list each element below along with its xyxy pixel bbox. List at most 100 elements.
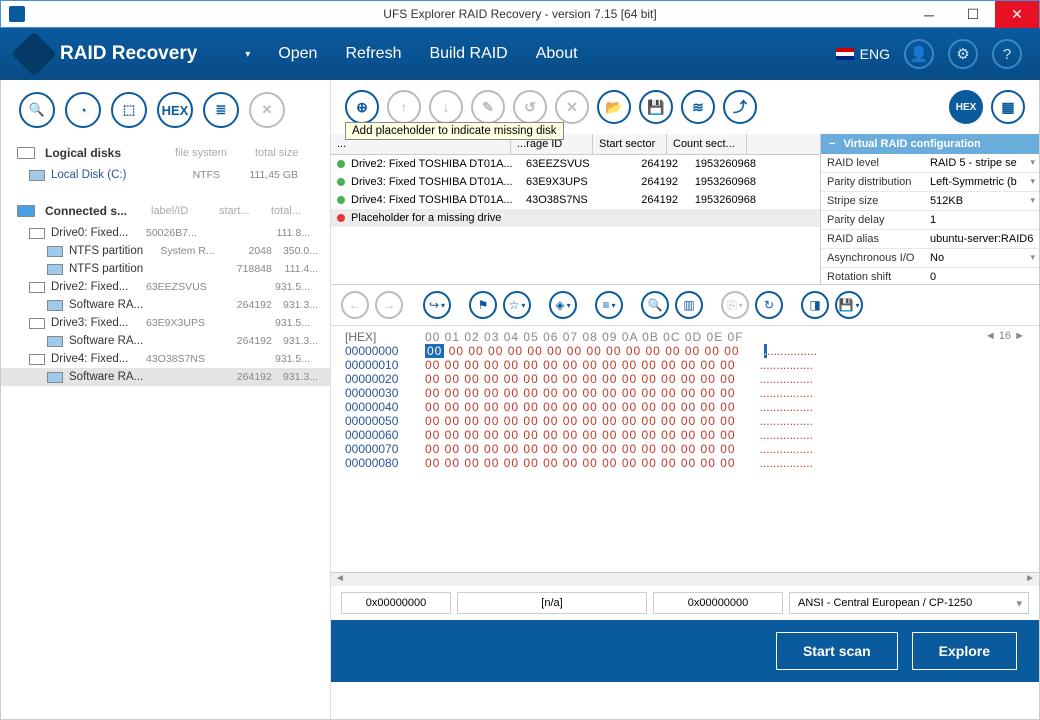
tree-row[interactable]: NTFS partition 718848 111.4... xyxy=(1,260,330,278)
config-row[interactable]: Rotation shift value0 xyxy=(821,268,1039,284)
drive-icon xyxy=(47,336,63,347)
left-toolbar: 🔍 ◔ ⬚ HEX ≣ ✕ xyxy=(1,80,330,140)
tree-row[interactable]: Drive3: Fixed... 63E9X3UPS 931.5... xyxy=(1,314,330,332)
minimize-button[interactable]: ─ xyxy=(907,1,951,28)
storage-row[interactable]: Drive3: Fixed TOSHIBA DT01A... 63E9X3UPS… xyxy=(331,173,820,191)
copy-button[interactable]: ⎘▾ xyxy=(721,291,749,319)
status-dot-icon xyxy=(337,178,345,186)
hex-status-row: 0x00000000 [n/a] 0x00000000 ANSI - Centr… xyxy=(331,586,1039,620)
list-tool[interactable]: ≣ xyxy=(203,92,239,128)
menu-build-raid[interactable]: Build RAID xyxy=(429,45,507,63)
disk-tool[interactable]: ⬚ xyxy=(111,92,147,128)
hex-toggle[interactable]: HEX xyxy=(949,90,983,124)
bookmark-dd-button[interactable]: ☆▾ xyxy=(503,291,531,319)
hex-line[interactable]: 0000007000 00 00 00 00 00 00 00 00 00 00… xyxy=(345,442,1025,456)
raid-config-pane: −Virtual RAID configuration RAID levelRA… xyxy=(820,134,1039,284)
hex-tool[interactable]: HEX xyxy=(157,92,193,128)
menu-refresh[interactable]: Refresh xyxy=(345,45,401,63)
tree-row[interactable]: Software RA... 264192 931.3... xyxy=(1,296,330,314)
start-scan-button[interactable]: Start scan xyxy=(776,632,898,670)
drive-icon xyxy=(29,354,45,365)
hex-line[interactable]: 0000004000 00 00 00 00 00 00 00 00 00 00… xyxy=(345,400,1025,414)
nav-forward-button[interactable]: → xyxy=(375,291,403,319)
nav-back-button[interactable]: ← xyxy=(341,291,369,319)
split-button[interactable]: ▥ xyxy=(675,291,703,319)
compare-button[interactable]: ◨ xyxy=(801,291,829,319)
selection-box[interactable]: 0x00000000 xyxy=(653,592,783,614)
remove-tool[interactable]: ✕ xyxy=(249,92,285,128)
storage-row[interactable]: Placeholder for a missing drive xyxy=(331,209,820,227)
offset-box[interactable]: 0x00000000 xyxy=(341,592,451,614)
edit-button[interactable]: ✎ xyxy=(471,90,505,124)
tag-button[interactable]: ◈▾ xyxy=(549,291,577,319)
hex-line[interactable]: 0000008000 00 00 00 00 00 00 00 00 00 00… xyxy=(345,456,1025,470)
hex-body[interactable]: [HEX] 00 01 02 03 04 05 06 07 08 09 0A 0… xyxy=(331,326,1039,572)
tree-row[interactable]: Drive2: Fixed... 63EEZSVUS 931.5... xyxy=(1,278,330,296)
grid-button[interactable]: ▦ xyxy=(991,90,1025,124)
tree-row[interactable]: Software RA... 264192 931.3... xyxy=(1,332,330,350)
config-row[interactable]: RAID aliasubuntu-server:RAID6 xyxy=(821,230,1039,249)
hex-line[interactable]: 0000002000 00 00 00 00 00 00 00 00 00 00… xyxy=(345,372,1025,386)
reload-button[interactable]: ↻ xyxy=(755,291,783,319)
hex-line[interactable]: 0000001000 00 00 00 00 00 00 00 00 00 00… xyxy=(345,358,1025,372)
status-dot-icon xyxy=(337,160,345,168)
add-placeholder-button[interactable]: ⊕ xyxy=(345,90,379,124)
move-up-button[interactable]: ↑ xyxy=(387,90,421,124)
delete-button[interactable]: ✕ xyxy=(555,90,589,124)
save-hex-button[interactable]: 💾▾ xyxy=(835,291,863,319)
tree-row[interactable]: Drive0: Fixed... 50026B7... 111.8... xyxy=(1,224,330,242)
language-selector[interactable]: ENG xyxy=(836,46,890,62)
layers-button[interactable]: ≋ xyxy=(681,90,715,124)
drive-icon xyxy=(47,372,63,383)
config-row[interactable]: Stripe size512KB xyxy=(821,192,1039,211)
right-pane: ⊕ ↑ ↓ ✎ ↺ ✕ 📂 💾 ≋ ⤴ HEX ▦ Add placeholde… xyxy=(331,80,1039,719)
tree-row[interactable]: Software RA... 264192 931.3... xyxy=(1,368,330,386)
tree-row[interactable]: Drive4: Fixed... 43O38S7NS 931.5... xyxy=(1,350,330,368)
analyze-tool[interactable]: ◔ xyxy=(65,92,101,128)
monitor-icon xyxy=(17,147,35,159)
menubar: RAID Recovery ▾ Open Refresh Build RAID … xyxy=(0,28,1040,80)
local-disk-row[interactable]: Local Disk (C:) NTFS 111,45 GB xyxy=(1,166,330,184)
config-row[interactable]: Parity delay1 xyxy=(821,211,1039,230)
user-button[interactable]: 👤 xyxy=(904,39,934,69)
storage-table: ... ...rage ID Start sector Count sect..… xyxy=(331,134,820,284)
hex-line[interactable]: 0000000000 00 00 00 00 00 00 00 00 00 00… xyxy=(345,344,1025,358)
hex-line[interactable]: 0000005000 00 00 00 00 00 00 00 00 00 00… xyxy=(345,414,1025,428)
help-button[interactable]: ? xyxy=(992,39,1022,69)
list-view-button[interactable]: ≡▾ xyxy=(595,291,623,319)
raid-toolbar: ⊕ ↑ ↓ ✎ ↺ ✕ 📂 💾 ≋ ⤴ HEX ▦ Add placeholde… xyxy=(331,80,1039,134)
maximize-button[interactable]: ☐ xyxy=(951,1,995,28)
flag-icon xyxy=(836,48,854,60)
hex-line[interactable]: 0000003000 00 00 00 00 00 00 00 00 00 00… xyxy=(345,386,1025,400)
settings-button[interactable]: ⚙ xyxy=(948,39,978,69)
bookmark-button[interactable]: ⚑ xyxy=(469,291,497,319)
hex-scrollbar[interactable] xyxy=(331,572,1039,586)
encoding-select[interactable]: ANSI - Central European / CP-1250 xyxy=(789,592,1029,614)
hex-toolbar: ← → ↪▾ ⚑ ☆▾ ◈▾ ≡▾ 🔍 ▥ ⎘▾ ↻ ◨ 💾▾ xyxy=(331,285,1039,326)
config-row[interactable]: Parity distributionLeft-Symmetric (b xyxy=(821,173,1039,192)
search-tool[interactable]: 🔍 xyxy=(19,92,55,128)
disk-icon xyxy=(29,170,45,181)
logical-disks-header: Logical disks file system total size xyxy=(1,140,330,166)
find-button[interactable]: 🔍 xyxy=(641,291,669,319)
config-header[interactable]: −Virtual RAID configuration xyxy=(821,134,1039,154)
open-folder-button[interactable]: 📂 xyxy=(597,90,631,124)
reset-button[interactable]: ↺ xyxy=(513,90,547,124)
export-button[interactable]: ⤴ xyxy=(723,90,757,124)
config-row[interactable]: Asynchronous I/ONo xyxy=(821,249,1039,268)
move-down-button[interactable]: ↓ xyxy=(429,90,463,124)
footer: Start scan Explore xyxy=(331,620,1039,682)
menu-about[interactable]: About xyxy=(536,45,578,63)
tree-row[interactable]: NTFS partition System R... 2048 350.0... xyxy=(1,242,330,260)
status-dot-icon xyxy=(337,196,345,204)
hex-line[interactable]: 0000006000 00 00 00 00 00 00 00 00 00 00… xyxy=(345,428,1025,442)
storage-row[interactable]: Drive4: Fixed TOSHIBA DT01A... 43O38S7NS… xyxy=(331,191,820,209)
close-button[interactable]: ✕ xyxy=(995,1,1039,28)
goto-button[interactable]: ↪▾ xyxy=(423,291,451,319)
drive-icon xyxy=(29,318,45,329)
menu-open[interactable]: Open xyxy=(278,45,317,63)
storage-row[interactable]: Drive2: Fixed TOSHIBA DT01A... 63EEZSVUS… xyxy=(331,155,820,173)
explore-button[interactable]: Explore xyxy=(912,632,1017,670)
config-row[interactable]: RAID levelRAID 5 - stripe se xyxy=(821,154,1039,173)
save-button[interactable]: 💾 xyxy=(639,90,673,124)
